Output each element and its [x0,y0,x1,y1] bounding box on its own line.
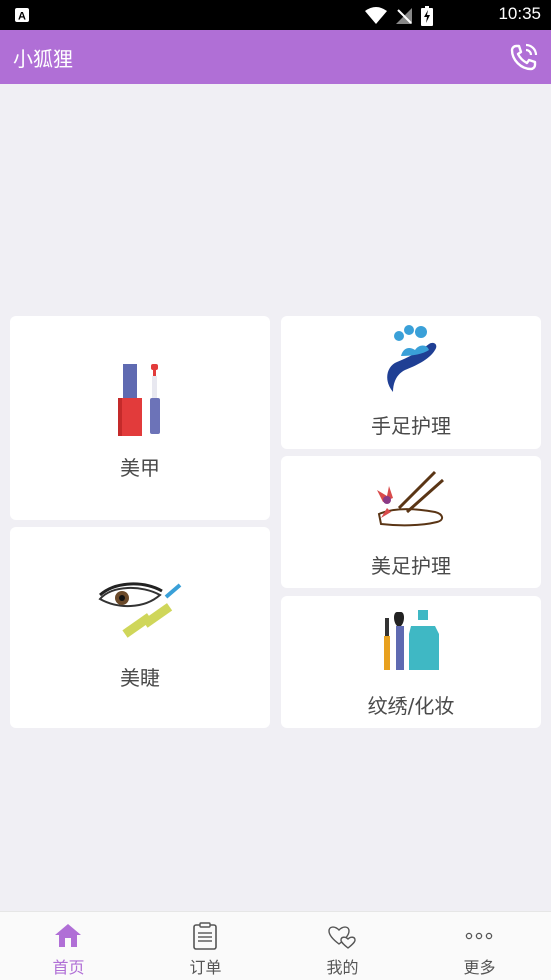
nav-label: 首页 [52,958,85,977]
hand-water-icon [387,325,437,392]
nail-polish-icon [118,364,160,436]
service-card-nail[interactable]: 美甲 [10,316,270,520]
service-label: 美甲 [120,456,160,480]
banner-area [0,84,551,316]
nav-label: 更多 [463,958,496,977]
service-card-eyelash[interactable]: 美睫 [10,527,270,728]
nav-tab-home[interactable]: 首页 [0,912,137,980]
foot-brush-icon [377,470,444,527]
hearts-icon [328,926,356,949]
phone-call-icon[interactable] [507,40,541,74]
service-label: 手足护理 [371,414,451,438]
bottom-nav: 首页 订单 我的 更多 [0,911,551,980]
status-icons [365,6,433,26]
service-label: 纹绣/化妆 [367,694,455,718]
home-icon [55,924,81,947]
status-bar: A 10:35 [0,0,551,30]
no-signal-icon [396,8,412,24]
more-dots-icon [465,932,493,940]
nav-label: 订单 [189,958,222,977]
app-bar: 小狐狸 [0,30,551,84]
wifi-icon [365,7,387,24]
eyelash-mascara-icon [98,582,182,638]
service-card-makeup[interactable]: 纹绣/化妆 [281,596,541,728]
service-label: 美睫 [120,666,160,690]
nav-label: 我的 [326,958,359,977]
notification-a-icon: A [15,8,29,23]
nav-tab-more[interactable]: 更多 [411,912,548,980]
clipboard-icon [193,922,217,950]
makeup-tools-icon [384,610,439,670]
app-title: 小狐狸 [13,47,73,71]
nav-tab-orders[interactable]: 订单 [137,912,274,980]
service-card-hand-foot-care[interactable]: 手足护理 [281,316,541,449]
service-label: 美足护理 [371,554,451,578]
battery-charging-icon [421,6,433,26]
svg-text:A: A [18,11,26,23]
nav-tab-mine[interactable]: 我的 [274,912,411,980]
status-time: 10:35 [498,4,541,23]
service-card-foot-beauty[interactable]: 美足护理 [281,456,541,588]
